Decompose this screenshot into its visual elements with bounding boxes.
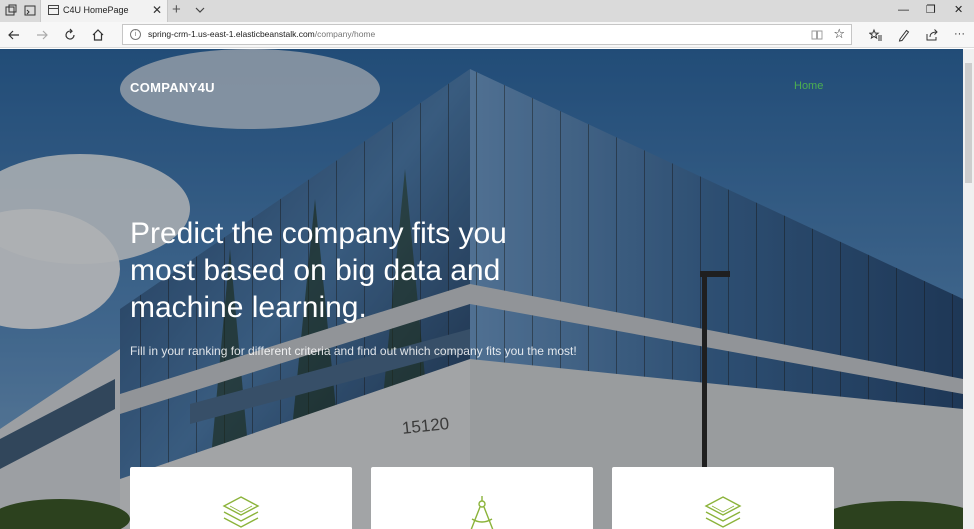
- pen-icon[interactable]: [897, 28, 911, 42]
- close-tab-icon[interactable]: ✕: [152, 3, 162, 17]
- feature-card[interactable]: [371, 467, 593, 529]
- browser-toolbar: i spring-crm-1.us-east-1.elasticbeanstal…: [0, 22, 974, 48]
- compass-icon: [470, 496, 494, 529]
- back-arrow-icon[interactable]: [7, 28, 21, 42]
- layers-icon: [222, 496, 260, 528]
- reading-view-icon[interactable]: [811, 29, 823, 41]
- chevron-down-icon[interactable]: [193, 3, 207, 17]
- favorites-hub-icon[interactable]: [869, 28, 883, 42]
- forward-arrow-icon[interactable]: [35, 28, 49, 42]
- scrollbar-thumb[interactable]: [965, 63, 972, 183]
- share-icon[interactable]: [925, 28, 939, 42]
- url-path: /company/home: [314, 29, 376, 39]
- page-icon: [48, 5, 59, 15]
- restore-button[interactable]: ❐: [926, 3, 936, 17]
- tab-preview-icon[interactable]: [23, 4, 37, 18]
- address-bar[interactable]: i spring-crm-1.us-east-1.elasticbeanstal…: [122, 24, 852, 45]
- layers-icon: [704, 496, 742, 528]
- brand-logo[interactable]: COMPANY4U: [130, 80, 215, 95]
- page-viewport: 15120 COMPANY4U Home Predict the company…: [0, 49, 963, 529]
- favorite-star-icon[interactable]: ☆: [833, 26, 845, 42]
- home-icon[interactable]: [91, 28, 105, 42]
- window-close-button[interactable]: ✕: [954, 3, 963, 17]
- browser-tab-bar: C4U HomePage ✕ + — ❐ ✕: [0, 0, 974, 22]
- hero-headline: Predict the company fits you most based …: [130, 217, 507, 324]
- feature-card[interactable]: [612, 467, 834, 529]
- tab-title: C4U HomePage: [63, 5, 129, 15]
- refresh-icon[interactable]: [63, 28, 77, 42]
- hero-subheadline: Fill in your ranking for different crite…: [130, 344, 577, 358]
- vertical-scrollbar[interactable]: [963, 49, 974, 529]
- feature-card[interactable]: [130, 467, 352, 529]
- minimize-button[interactable]: —: [898, 3, 909, 17]
- nav-home-link[interactable]: Home: [794, 80, 823, 92]
- new-tab-button[interactable]: +: [172, 2, 181, 18]
- more-options-icon[interactable]: ···: [954, 27, 965, 41]
- set-aside-tabs-icon[interactable]: [4, 4, 18, 18]
- site-info-icon[interactable]: i: [130, 29, 141, 40]
- tab-c4u-homepage[interactable]: C4U HomePage ✕: [40, 0, 168, 22]
- url-host: spring-crm-1.us-east-1.elasticbeanstalk.…: [148, 29, 315, 39]
- address-url[interactable]: spring-crm-1.us-east-1.elasticbeanstalk.…: [148, 29, 375, 39]
